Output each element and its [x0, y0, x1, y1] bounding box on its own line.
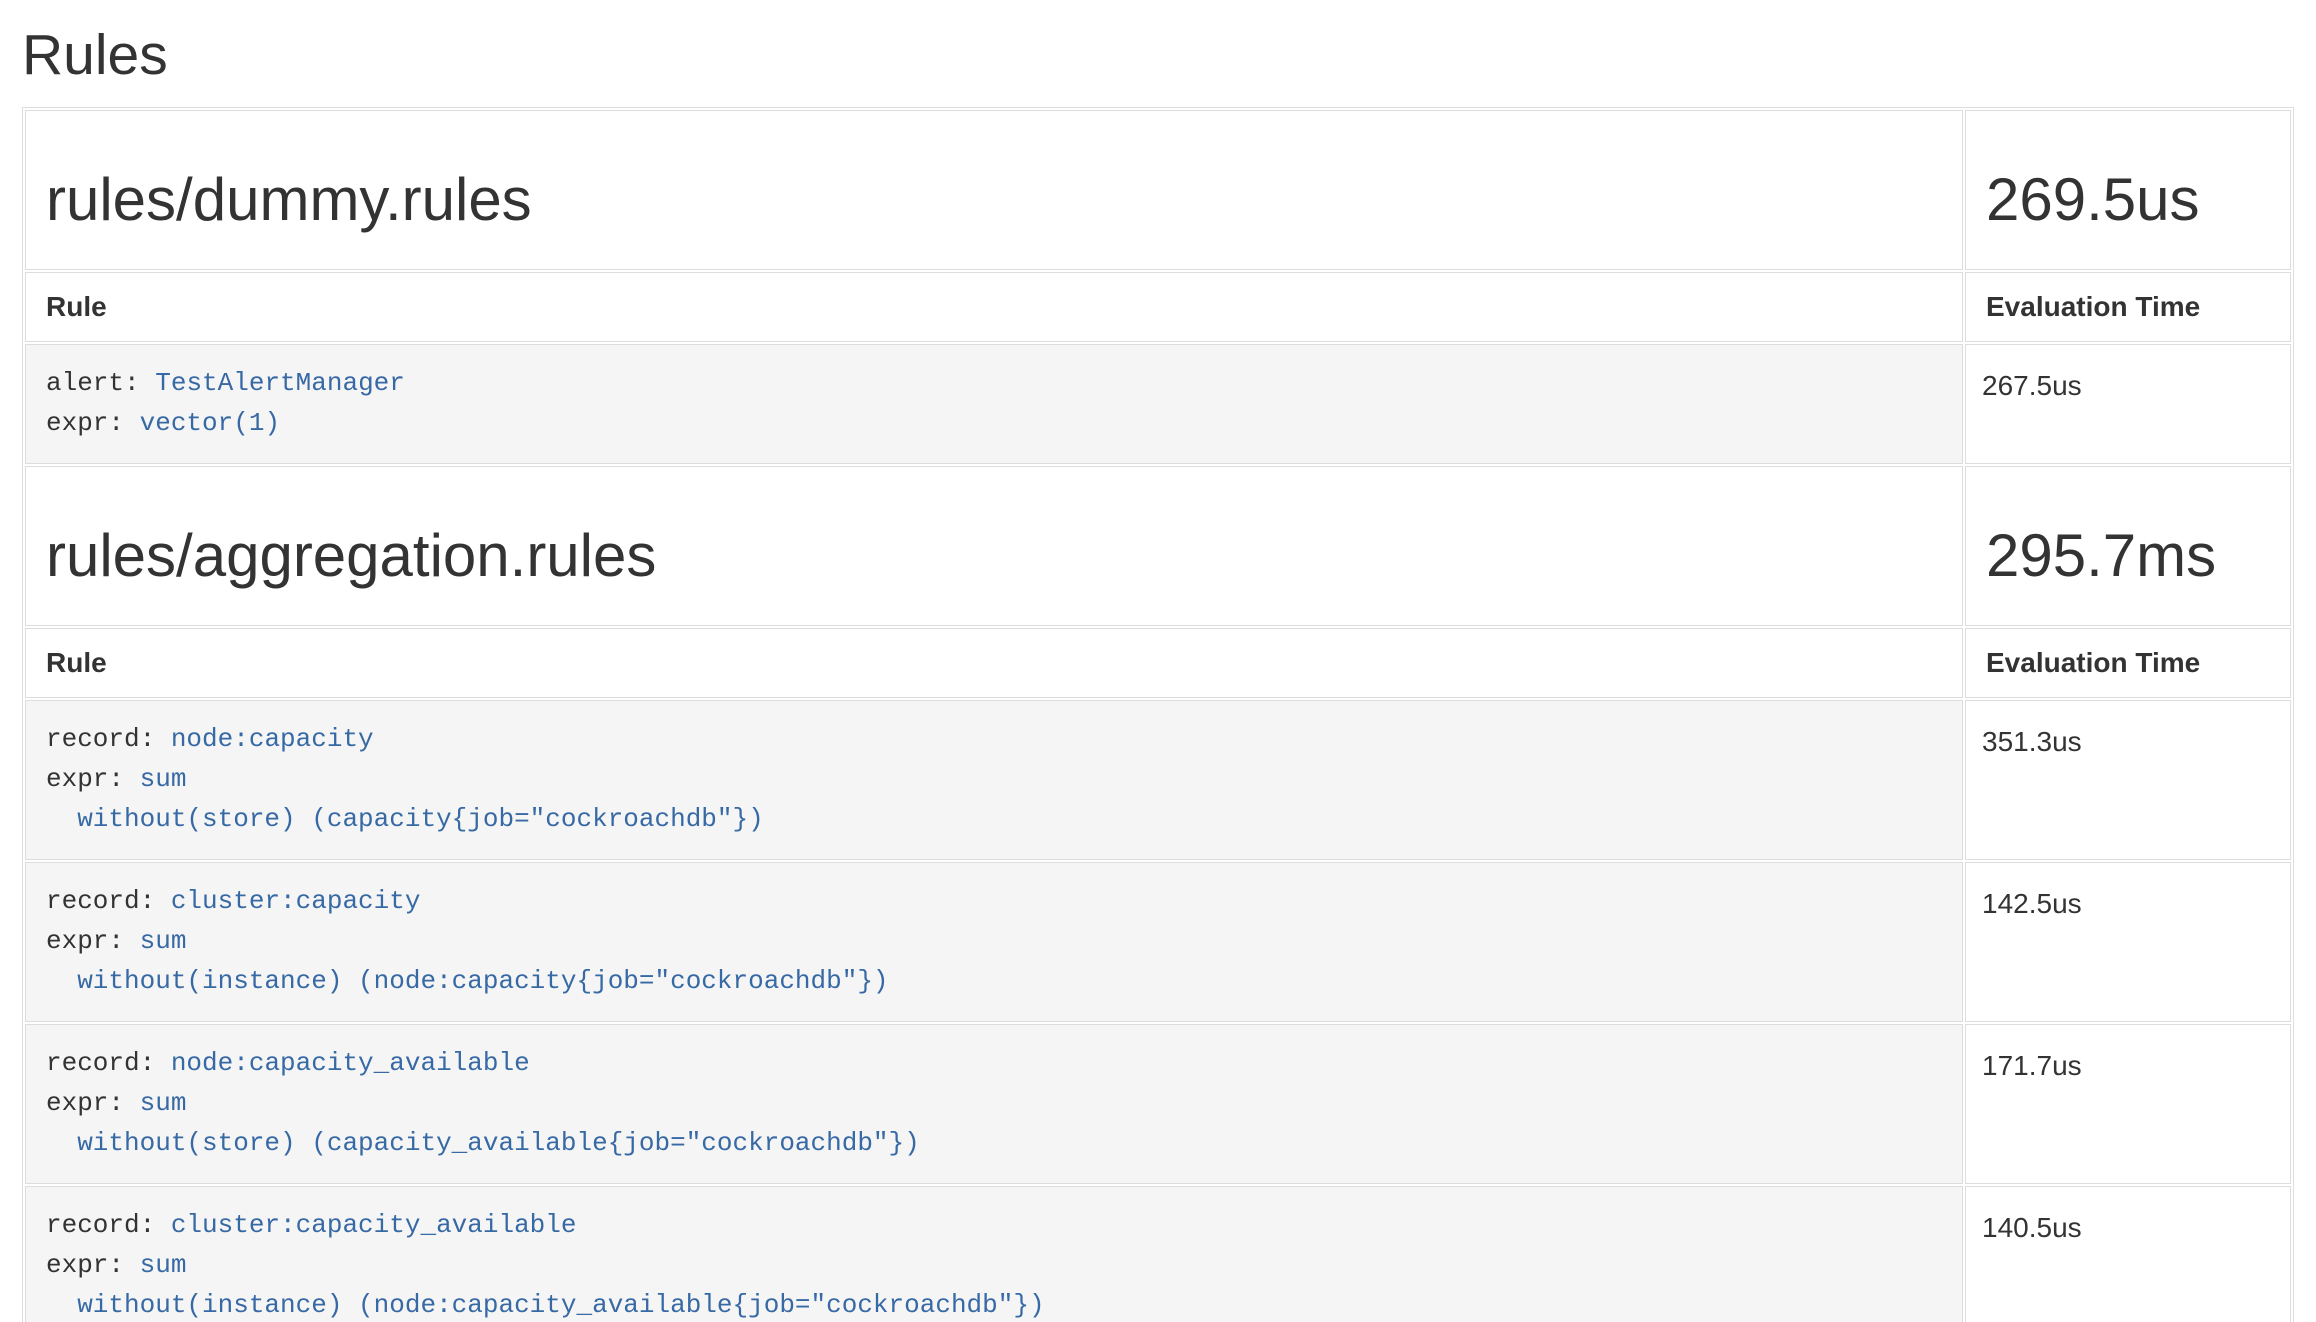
column-header-row: RuleEvaluation Time [25, 628, 2291, 698]
rule-group-eval-time: 295.7ms [1986, 523, 2270, 589]
rule-row: alert: TestAlertManager expr: vector(1)2… [25, 344, 2291, 464]
rule-type-keyword: record: [46, 1048, 155, 1078]
rule-group-file-cell: rules/dummy.rules [25, 110, 1963, 270]
rule-name-link[interactable]: TestAlertManager [155, 368, 405, 398]
rule-group-eval-time-cell: 295.7ms [1965, 466, 2291, 626]
rule-group-file-cell: rules/aggregation.rules [25, 466, 1963, 626]
rule-expression-link[interactable]: vector(1) [140, 408, 280, 438]
rule-eval-time: 171.7us [1965, 1024, 2291, 1184]
rule-definition-cell: alert: TestAlertManager expr: vector(1) [25, 344, 1963, 464]
expr-keyword: expr: [46, 926, 124, 956]
rule-row: record: node:capacity_available expr: su… [25, 1024, 2291, 1184]
rules-page: Rules rules/dummy.rules269.5usRuleEvalua… [0, 24, 2316, 1322]
rule-group-eval-time: 269.5us [1986, 167, 2270, 233]
rule-name-link[interactable]: cluster:capacity [171, 886, 421, 916]
rule-name-link[interactable]: node:capacity_available [171, 1048, 530, 1078]
rule-type-keyword: alert: [46, 368, 140, 398]
rule-name-link[interactable]: cluster:capacity_available [171, 1210, 577, 1240]
rule-eval-time: 267.5us [1965, 344, 2291, 464]
rule-definition-cell: record: cluster:capacity expr: sum witho… [25, 862, 1963, 1022]
rule-column-header: Rule [25, 272, 1963, 342]
rule-group-eval-time-cell: 269.5us [1965, 110, 2291, 270]
rule-column-header: Rule [25, 628, 1963, 698]
rule-type-keyword: record: [46, 1210, 155, 1240]
rule-name-link[interactable]: node:capacity [171, 724, 374, 754]
rule-expression-link[interactable]: sum without(store) (capacity_available{j… [46, 1088, 920, 1158]
page-title: Rules [22, 24, 2294, 88]
rule-group-file-title: rules/aggregation.rules [46, 523, 1942, 589]
column-header-row: RuleEvaluation Time [25, 272, 2291, 342]
rule-expression-link[interactable]: sum without(instance) (node:capacity_ava… [46, 1250, 1045, 1320]
rule-row: record: cluster:capacity expr: sum witho… [25, 862, 2291, 1022]
rule-type-keyword: record: [46, 724, 155, 754]
expr-keyword: expr: [46, 408, 124, 438]
rule-definition-cell: record: node:capacity expr: sum without(… [25, 700, 1963, 860]
rule-expression-link[interactable]: sum without(instance) (node:capacity{job… [46, 926, 889, 996]
rule-group-header-row: rules/aggregation.rules 295.7ms [25, 466, 2291, 626]
rule-eval-time: 351.3us [1965, 700, 2291, 860]
rule-definition-cell: record: cluster:capacity_available expr:… [25, 1186, 1963, 1322]
expr-keyword: expr: [46, 1088, 124, 1118]
rule-group-file-title: rules/dummy.rules [46, 167, 1942, 233]
rule-eval-time: 140.5us [1965, 1186, 2291, 1322]
rule-definition-cell: record: node:capacity_available expr: su… [25, 1024, 1963, 1184]
expr-keyword: expr: [46, 1250, 124, 1280]
rule-expression-link[interactable]: sum without(store) (capacity{job="cockro… [46, 764, 764, 834]
expr-keyword: expr: [46, 764, 124, 794]
rule-type-keyword: record: [46, 886, 155, 916]
rule-eval-time: 142.5us [1965, 862, 2291, 1022]
eval-time-column-header: Evaluation Time [1965, 272, 2291, 342]
rule-row: record: cluster:capacity_available expr:… [25, 1186, 2291, 1322]
rule-row: record: node:capacity expr: sum without(… [25, 700, 2291, 860]
rules-table: rules/dummy.rules269.5usRuleEvaluation T… [22, 107, 2294, 1322]
eval-time-column-header: Evaluation Time [1965, 628, 2291, 698]
rule-group-header-row: rules/dummy.rules 269.5us [25, 110, 2291, 270]
